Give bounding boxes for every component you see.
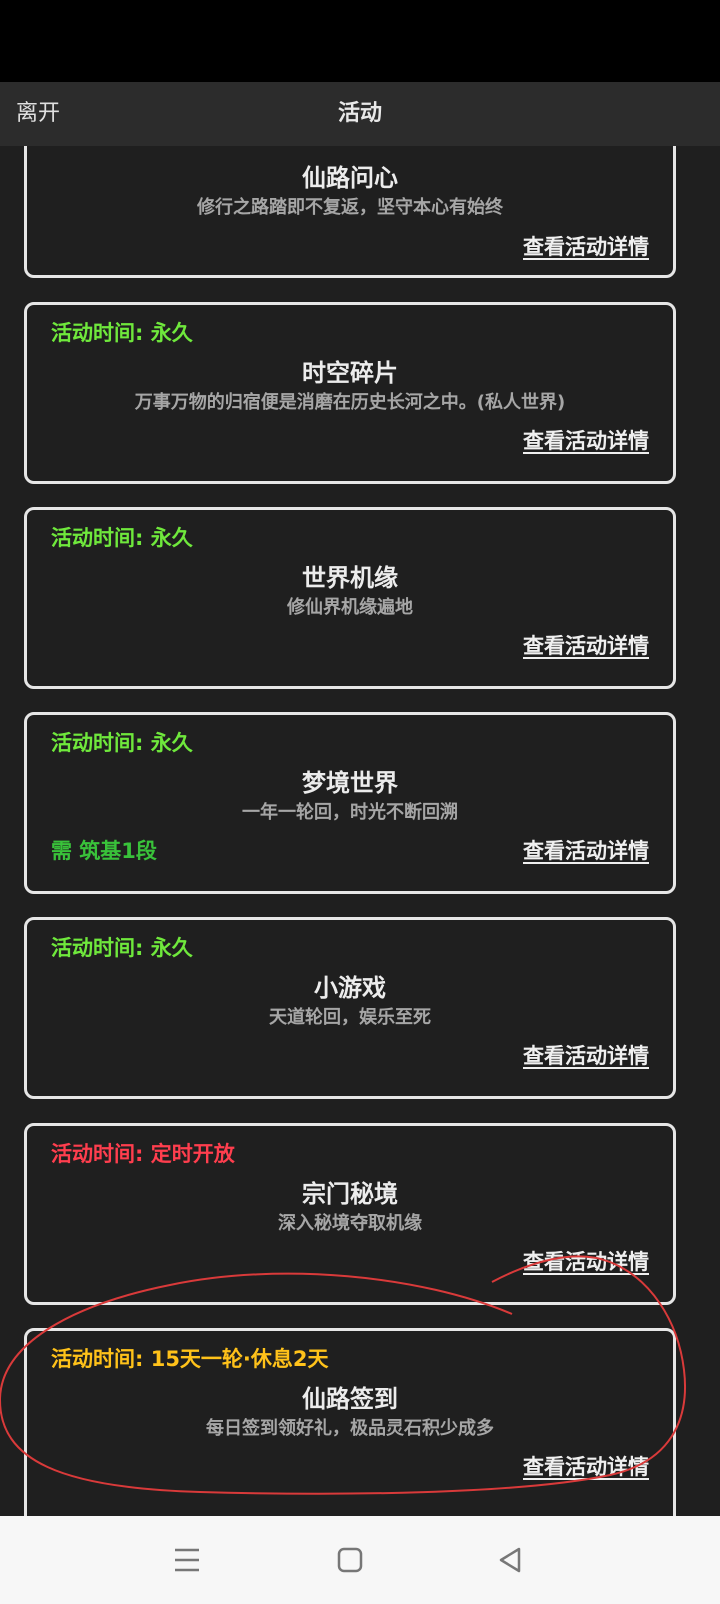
page-title: 活动 (337, 101, 382, 126)
activity-name: 仙路问心 (302, 164, 398, 192)
app-header: 离开 活动 (0, 82, 720, 146)
activity-name: 仙路签到 (302, 1385, 398, 1413)
activity-card-mengjing-shijie: 活动时间: 永久 梦境世界 一年一轮回，时光不断回溯 需 筑基1段 查看活动详情 (24, 712, 676, 894)
activity-name: 时空碎片 (302, 359, 398, 387)
activity-card-xiaoyouxi: 活动时间: 永久 小游戏 天道轮回，娱乐至死 查看活动详情 (24, 917, 676, 1099)
view-details-link[interactable]: 查看活动详情 (523, 630, 649, 660)
activity-description: 修行之路踏即不复返，坚守本心有始终 (197, 197, 503, 218)
back-icon[interactable] (488, 1538, 532, 1582)
requirement-label: 需 筑基1段 (51, 839, 157, 863)
activity-card-shikong-suipian: 活动时间: 永久 时空碎片 万事万物的归宿便是消磨在历史长河之中。(私人世界) … (24, 302, 676, 484)
activity-description: 深入秘境夺取机缘 (278, 1213, 422, 1234)
activity-list[interactable]: 仙路问心 修行之路踏即不复返，坚守本心有始终 查看活动详情 活动时间: 永久 时… (0, 146, 720, 1516)
activity-card-xianlu-qiandao: 活动时间: 15天一轮·休息2天 仙路签到 每日签到领好礼，极品灵石积少成多 查… (24, 1328, 676, 1516)
activity-name: 梦境世界 (302, 769, 398, 797)
system-navigation-bar (0, 1516, 720, 1604)
activity-description: 一年一轮回，时光不断回溯 (242, 802, 458, 823)
activity-card-xianlu-wenxin: 仙路问心 修行之路踏即不复返，坚守本心有始终 查看活动详情 (24, 146, 676, 278)
activity-time: 活动时间: 永久 (51, 731, 193, 755)
view-details-link[interactable]: 查看活动详情 (523, 231, 649, 261)
activity-name: 宗门秘境 (302, 1180, 398, 1208)
activity-card-shijie-jiyuan: 活动时间: 永久 世界机缘 修仙界机缘遍地 查看活动详情 (24, 507, 676, 689)
activity-card-zongmen-mijing: 活动时间: 定时开放 宗门秘境 深入秘境夺取机缘 查看活动详情 (24, 1123, 676, 1305)
activity-name: 小游戏 (314, 974, 386, 1002)
menu-icon[interactable] (165, 1538, 209, 1582)
status-bar (0, 0, 720, 82)
activity-description: 万事万物的归宿便是消磨在历史长河之中。(私人世界) (134, 392, 566, 413)
view-details-link[interactable]: 查看活动详情 (523, 1246, 649, 1276)
view-details-link[interactable]: 查看活动详情 (523, 835, 649, 865)
activity-description: 天道轮回，娱乐至死 (269, 1007, 431, 1028)
view-details-link[interactable]: 查看活动详情 (523, 1040, 649, 1070)
activity-description: 修仙界机缘遍地 (287, 597, 413, 618)
activity-time: 活动时间: 永久 (51, 321, 193, 345)
home-icon[interactable] (328, 1538, 372, 1582)
view-details-link[interactable]: 查看活动详情 (523, 425, 649, 455)
activity-description: 每日签到领好礼，极品灵石积少成多 (206, 1418, 494, 1439)
activity-time: 活动时间: 15天一轮·休息2天 (51, 1347, 329, 1371)
view-details-link[interactable]: 查看活动详情 (523, 1451, 649, 1481)
activity-time: 活动时间: 永久 (51, 936, 193, 960)
activity-name: 世界机缘 (302, 564, 398, 592)
activity-time: 活动时间: 定时开放 (51, 1142, 235, 1166)
activity-time: 活动时间: 永久 (51, 526, 193, 550)
